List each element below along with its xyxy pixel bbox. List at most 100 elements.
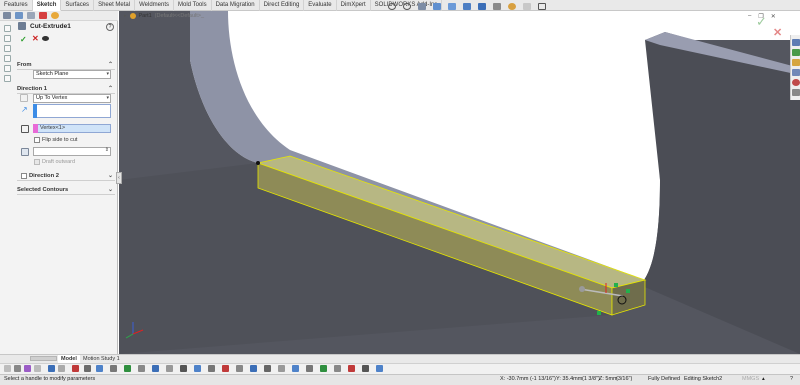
view-settings-icon[interactable] [538, 3, 546, 10]
draft-outward-checkbox[interactable] [34, 159, 40, 165]
direction1-section-header[interactable]: Direction 1 ⌃ [17, 84, 115, 94]
display-style-icon[interactable] [478, 3, 486, 10]
minimize-icon[interactable]: – [748, 13, 751, 20]
display-manager-tab-icon[interactable] [51, 12, 59, 19]
draft-icon[interactable] [21, 148, 29, 156]
confirm-cancel-icon[interactable]: ✕ [773, 26, 782, 39]
tool-15-icon[interactable] [180, 365, 187, 372]
tool-1-icon[interactable] [4, 365, 11, 372]
direction-selection-box[interactable] [33, 104, 111, 118]
panel-collapse-handle[interactable]: ‹ [116, 172, 122, 184]
vertex-marker[interactable] [256, 161, 260, 165]
tab-weldments[interactable]: Weldments [135, 0, 174, 11]
tool-27-icon[interactable] [348, 365, 355, 372]
tab-features[interactable]: Features [0, 0, 33, 11]
tool-8-icon[interactable] [84, 365, 91, 372]
reverse-direction-icon[interactable] [20, 94, 28, 102]
design-library-icon[interactable] [792, 49, 800, 56]
tool-22-icon[interactable] [278, 365, 285, 372]
tool-10-icon[interactable] [110, 365, 117, 372]
appearance-icon[interactable] [508, 3, 516, 10]
zoom-area-icon[interactable] [403, 3, 411, 10]
confirm-ok-icon[interactable]: ✓ [756, 14, 767, 30]
strip-tool-4-icon[interactable] [4, 55, 11, 62]
tool-18-icon[interactable] [222, 365, 229, 372]
tool-4-icon[interactable] [34, 365, 41, 372]
feature-tree-flyout[interactable]: ▸ Part1 (Default<<Default>_ [124, 13, 204, 19]
strip-tool-6-icon[interactable] [4, 75, 11, 82]
resources-icon[interactable] [792, 39, 800, 46]
tool-20-icon[interactable] [250, 365, 257, 372]
part-name[interactable]: Part1 [139, 13, 152, 19]
cancel-x-icon[interactable]: ✕ [32, 34, 39, 43]
tool-9-icon[interactable] [96, 365, 103, 372]
tool-26-icon[interactable] [334, 365, 341, 372]
tab-dimxpert[interactable]: DimXpert [337, 0, 371, 11]
from-select[interactable]: Sketch Plane ▾ [33, 70, 111, 79]
tool-12-icon[interactable] [138, 365, 145, 372]
status-units-arrow-icon[interactable]: ▴ [762, 376, 765, 382]
collapse-arrow-icon[interactable]: ▸ [124, 13, 127, 19]
status-help-icon[interactable]: ? [790, 376, 793, 382]
tool-5-icon[interactable] [48, 365, 55, 372]
tool-19-icon[interactable] [236, 365, 243, 372]
appearances-icon[interactable] [792, 79, 800, 86]
dimxpert-tab-icon[interactable] [39, 12, 47, 19]
tab-data-migration[interactable]: Data Migration [212, 0, 260, 11]
dynamic-annotation-icon[interactable] [448, 3, 456, 10]
feature-tree-tab-icon[interactable] [3, 12, 11, 19]
tool-28-icon[interactable] [362, 365, 369, 372]
direction2-checkbox[interactable] [21, 173, 27, 179]
draft-angle-input[interactable]: ⇕ [33, 147, 111, 156]
tool-2-icon[interactable] [14, 365, 21, 372]
flip-side-checkbox[interactable] [34, 137, 40, 143]
tool-11-icon[interactable] [124, 365, 131, 372]
tool-25-icon[interactable] [320, 365, 327, 372]
tab-scroll[interactable] [30, 356, 57, 361]
status-z: Z: 5mm [599, 376, 618, 382]
tool-21-icon[interactable] [264, 365, 271, 372]
direction2-section-header[interactable]: Direction 2 ⌄ [17, 171, 115, 181]
tool-16-icon[interactable] [194, 365, 201, 372]
tool-7-icon[interactable] [72, 365, 79, 372]
section-view-icon[interactable] [433, 3, 441, 10]
previous-view-icon[interactable] [418, 3, 426, 10]
selected-contours-section-header[interactable]: Selected Contours ⌄ [17, 185, 115, 195]
view-palette-icon[interactable] [792, 69, 800, 76]
tab-evaluate[interactable]: Evaluate [304, 0, 337, 11]
drag-handle-ball[interactable] [579, 286, 585, 292]
tab-sheet-metal[interactable]: Sheet Metal [94, 0, 136, 11]
ok-check-icon[interactable]: ✓ [20, 35, 27, 44]
close-window-icon[interactable]: ✕ [771, 13, 776, 20]
tool-24-icon[interactable] [306, 365, 313, 372]
tool-14-icon[interactable] [166, 365, 173, 372]
view-orientation-icon[interactable] [463, 3, 471, 10]
status-units[interactable]: MMGS [742, 376, 759, 382]
end-condition-select[interactable]: Up To Vertex ▾ [33, 94, 111, 103]
strip-tool-3-icon[interactable] [4, 45, 11, 52]
strip-tool-5-icon[interactable] [4, 65, 11, 72]
tool-6-icon[interactable] [58, 365, 65, 372]
tool-17-icon[interactable] [208, 365, 215, 372]
from-section-header[interactable]: From ⌃ [17, 60, 115, 70]
zoom-to-fit-icon[interactable] [388, 3, 396, 10]
help-icon[interactable]: ? [106, 23, 114, 31]
tool-29-icon[interactable] [376, 365, 383, 372]
scene-icon[interactable] [523, 3, 531, 10]
property-manager-tab-icon[interactable] [15, 12, 23, 19]
file-explorer-icon[interactable] [792, 59, 800, 66]
tab-sketch[interactable]: Sketch [32, 0, 62, 11]
tool-13-icon[interactable] [152, 365, 159, 372]
custom-properties-icon[interactable] [792, 89, 800, 96]
strip-tool-1-icon[interactable] [4, 25, 11, 32]
tool-23-icon[interactable] [292, 365, 299, 372]
graphics-area[interactable] [119, 11, 800, 354]
tab-surfaces[interactable]: Surfaces [61, 0, 95, 11]
config-manager-tab-icon[interactable] [27, 12, 35, 19]
tool-3-icon[interactable] [24, 365, 31, 372]
tab-mold-tools[interactable]: Mold Tools [174, 0, 212, 11]
tab-direct-editing[interactable]: Direct Editing [260, 0, 305, 11]
strip-tool-2-icon[interactable] [4, 35, 11, 42]
preview-eye-icon[interactable] [42, 36, 49, 41]
hide-show-icon[interactable] [493, 3, 501, 10]
